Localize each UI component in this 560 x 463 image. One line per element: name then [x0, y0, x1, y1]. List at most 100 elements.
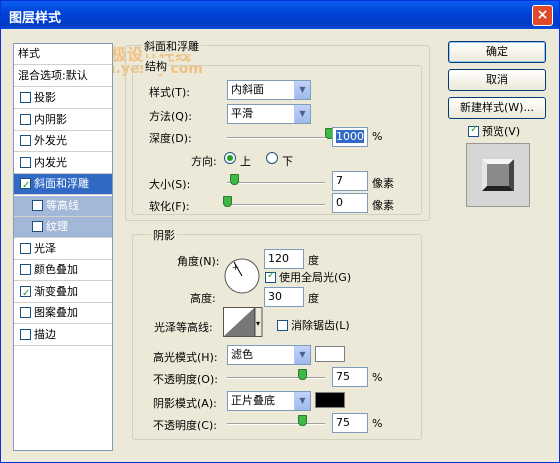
sidebar-header-styles[interactable]: 样式	[14, 44, 112, 65]
style-select[interactable]: 内斜面 ▼	[227, 80, 311, 100]
highlight-opacity-label: 不透明度(O):	[153, 373, 218, 386]
sidebar-item[interactable]: 描边	[14, 325, 112, 346]
highlight-mode-label: 高光模式(H):	[153, 351, 218, 364]
size-slider-thumb[interactable]	[229, 174, 239, 185]
sidebar-item[interactable]: 外发光	[14, 131, 112, 152]
structure-title: 结构	[143, 58, 169, 74]
shadow-color-swatch[interactable]	[315, 392, 345, 408]
sidebar-item[interactable]: 斜面和浮雕	[14, 174, 112, 195]
method-label: 方法(Q):	[149, 110, 192, 123]
soften-input[interactable]: 0	[332, 193, 368, 213]
shadow-opacity-thumb[interactable]	[297, 415, 307, 426]
size-input[interactable]: 7	[332, 171, 368, 191]
sidebar-item-label: 内发光	[34, 155, 67, 169]
highlight-color-swatch[interactable]	[315, 346, 345, 362]
highlight-opacity-input[interactable]: 75	[332, 367, 368, 387]
gloss-contour-picker[interactable]: ▾	[223, 307, 263, 337]
new-style-button[interactable]: 新建样式(W)...	[448, 97, 546, 119]
altitude-unit: 度	[308, 292, 319, 305]
chevron-down-icon[interactable]: ▼	[294, 392, 310, 410]
size-unit: 像素	[372, 177, 394, 190]
style-preview-thumbnail	[466, 143, 530, 207]
sidebar-item-label: 纹理	[46, 220, 68, 233]
shadow-mode-select[interactable]: 正片叠底 ▼	[227, 391, 311, 411]
highlight-mode-value: 滤色	[231, 348, 253, 361]
sidebar-item-label: 描边	[34, 327, 56, 341]
chevron-down-icon: ▾	[256, 319, 260, 328]
chevron-down-icon[interactable]: ▼	[294, 81, 310, 99]
direction-down-radio[interactable]	[266, 152, 278, 164]
checkbox-icon[interactable]	[20, 156, 31, 168]
size-value: 7	[336, 174, 343, 187]
checkbox-icon[interactable]	[20, 307, 31, 318]
sidebar-item[interactable]: 内阴影	[14, 110, 112, 131]
checkbox-icon[interactable]	[468, 124, 479, 137]
method-select[interactable]: 平滑 ▼	[227, 104, 311, 124]
shadow-opacity-input[interactable]: 75	[332, 413, 368, 433]
checkbox-icon[interactable]	[265, 270, 276, 283]
highlight-mode-select[interactable]: 滤色 ▼	[227, 345, 311, 365]
sidebar-item[interactable]: 颜色叠加	[14, 260, 112, 281]
sidebar-item[interactable]: 光泽	[14, 239, 112, 260]
altitude-input[interactable]: 30	[264, 287, 304, 307]
cancel-button[interactable]: 取消	[448, 69, 546, 91]
sidebar-item[interactable]: 纹理	[14, 217, 112, 238]
chevron-down-icon[interactable]: ▼	[294, 346, 310, 364]
direction-up-radio[interactable]	[224, 152, 236, 164]
checkbox-icon[interactable]	[20, 135, 31, 146]
checkbox-icon[interactable]	[20, 242, 31, 254]
chevron-down-icon[interactable]: ▼	[294, 105, 310, 123]
antialias-label: 消除锯齿(L)	[291, 319, 350, 332]
checkbox-icon[interactable]	[20, 328, 31, 340]
shadow-mode-value: 正片叠底	[231, 394, 275, 407]
angle-dial[interactable]: +	[223, 257, 261, 295]
depth-value: 1000	[336, 130, 364, 143]
shadow-opacity-track[interactable]	[227, 423, 325, 425]
sidebar-item[interactable]: 内发光	[14, 153, 112, 174]
highlight-opacity-thumb[interactable]	[297, 369, 307, 380]
angle-input[interactable]: 120	[264, 249, 304, 269]
highlight-opacity-track[interactable]	[227, 377, 325, 379]
sidebar-item-label: 投影	[34, 91, 56, 104]
checkbox-icon[interactable]	[20, 113, 31, 125]
svg-text:+: +	[232, 263, 239, 272]
ok-button[interactable]: 确定	[448, 41, 546, 63]
sidebar-item-label: 颜色叠加	[34, 263, 78, 276]
window-title: 图层样式	[9, 11, 62, 26]
checkbox-icon[interactable]	[20, 264, 31, 275]
checkbox-icon[interactable]	[20, 176, 31, 194]
sidebar-blend-options[interactable]: 混合选项:默认	[14, 66, 112, 87]
global-light-checkbox[interactable]: 使用全局光(G)	[265, 269, 351, 285]
gloss-contour-label: 光泽等高线:	[154, 321, 213, 334]
preview-checkbox[interactable]: 预览(V)	[468, 123, 520, 139]
title-bar[interactable]: 图层样式 ×	[1, 1, 559, 29]
checkbox-icon[interactable]	[20, 284, 31, 302]
checkbox-icon[interactable]	[32, 221, 43, 232]
sidebar-item[interactable]: 图案叠加	[14, 303, 112, 324]
antialias-checkbox[interactable]: 消除锯齿(L)	[277, 317, 350, 333]
shadow-mode-label: 阴影模式(A):	[153, 397, 217, 410]
style-label: 样式(T):	[149, 86, 191, 99]
sidebar-item[interactable]: 投影	[14, 88, 112, 109]
checkbox-icon[interactable]	[32, 199, 43, 211]
depth-input[interactable]: 1000	[332, 127, 368, 147]
sidebar-item-label: 图案叠加	[34, 306, 78, 319]
checkbox-icon[interactable]	[277, 320, 288, 331]
checkbox-icon[interactable]	[20, 92, 31, 103]
depth-slider-track[interactable]	[227, 137, 329, 139]
soften-label: 软化(F):	[149, 200, 190, 213]
sidebar-item[interactable]: 等高线	[14, 195, 112, 217]
size-label: 大小(S):	[149, 178, 191, 191]
highlight-opacity-unit: %	[372, 371, 383, 384]
soften-slider-thumb[interactable]	[223, 196, 232, 207]
size-slider-track[interactable]	[227, 182, 325, 184]
sidebar-item[interactable]: 渐变叠加	[14, 282, 112, 303]
direction-up-label[interactable]: 上	[240, 153, 251, 169]
preview-label: 预览(V)	[482, 125, 521, 138]
sidebar-item-label: 渐变叠加	[34, 284, 78, 298]
direction-down-label[interactable]: 下	[282, 153, 293, 169]
soften-unit: 像素	[372, 199, 394, 212]
close-button[interactable]: ×	[532, 5, 553, 26]
soften-slider-track[interactable]	[227, 204, 325, 206]
method-value: 平滑	[231, 107, 253, 120]
